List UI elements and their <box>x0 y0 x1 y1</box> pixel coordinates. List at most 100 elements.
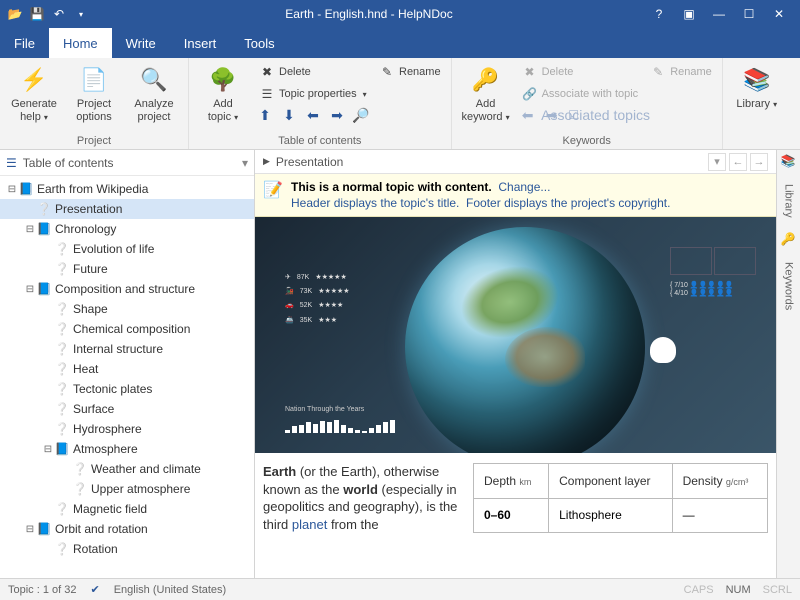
sidebar: ☰ Table of contents ▾ ⊟📘Earth from Wikip… <box>0 150 255 578</box>
tree-item[interactable]: ❔Weather and climate <box>0 459 254 479</box>
window-title: Earth - English.hnd - HelpNDoc <box>90 7 648 21</box>
book-icon: 📘 <box>36 522 52 536</box>
add-topic-button[interactable]: 🌳Addtopic ▾ <box>195 61 251 126</box>
tree-item[interactable]: ❔Tectonic plates <box>0 379 254 399</box>
toc-delete-button[interactable]: ✖Delete <box>255 61 371 83</box>
breadcrumb-item[interactable]: Presentation <box>276 155 343 169</box>
ribbon: ⚡Generatehelp ▾ 📄Projectoptions 🔍Analyze… <box>0 58 800 150</box>
expander-icon[interactable]: ⊟ <box>24 524 36 535</box>
arrow-up-icon[interactable]: ⬆ <box>255 105 275 125</box>
tab-insert[interactable]: Insert <box>170 28 231 58</box>
tab-home[interactable]: Home <box>49 28 112 58</box>
tree-item[interactable]: ⊟📘Orbit and rotation <box>0 519 254 539</box>
tree-item[interactable]: ❔Internal structure <box>0 339 254 359</box>
nav-back-icon[interactable]: ← <box>729 153 747 171</box>
topic-icon: ❔ <box>54 262 70 276</box>
tree-item[interactable]: ❔Magnetic field <box>0 499 254 519</box>
save-icon[interactable]: 💾 <box>28 5 46 23</box>
tree-item[interactable]: ❔Hydrosphere <box>0 419 254 439</box>
tree-item[interactable]: ❔Upper atmosphere <box>0 479 254 499</box>
tree-item[interactable]: ❔Rotation <box>0 539 254 559</box>
info-footer-link[interactable]: Footer displays the project's copyright. <box>466 196 670 210</box>
breadcrumb-arrow-icon[interactable]: ▶ <box>263 156 270 167</box>
tree-item[interactable]: ❔Heat <box>0 359 254 379</box>
toc-rename-button[interactable]: ✎Rename <box>375 61 445 83</box>
close-icon[interactable]: ✕ <box>768 5 790 23</box>
right-rail: 📚 Library 🔑 Keywords <box>776 150 800 578</box>
hero-bars-label: Nation Through the Years <box>285 406 364 413</box>
keywords-tab-icon[interactable]: 🔑 <box>781 232 797 248</box>
library-button[interactable]: 📚Library ▾ <box>729 61 785 114</box>
tree-item[interactable]: ⊟📘Earth from Wikipedia <box>0 179 254 199</box>
tree-item[interactable]: ❔Shape <box>0 299 254 319</box>
rail-tab-library[interactable]: Library <box>783 180 795 222</box>
planet-link[interactable]: planet <box>292 517 327 532</box>
status-scrl: SCRL <box>763 584 792 596</box>
arrow-down-icon[interactable]: ⬇ <box>279 105 299 125</box>
tree-item[interactable]: ❔Evolution of life <box>0 239 254 259</box>
restore-icon[interactable]: ☐ <box>738 5 760 23</box>
tree-label: Tectonic plates <box>73 382 152 396</box>
minimize-icon[interactable]: — <box>708 5 730 23</box>
hero-stats-right: { 7/10 👤👤👤👤👤 { 4/10 👤👤👤👤👤 <box>670 247 756 297</box>
expander-icon[interactable]: ⊟ <box>24 284 36 295</box>
nav-forward-icon[interactable]: → <box>750 153 768 171</box>
titlebar: 📂 💾 ↶ ▾ Earth - English.hnd - HelpNDoc ?… <box>0 0 800 28</box>
tree-item[interactable]: ❔Future <box>0 259 254 279</box>
tree-label: Evolution of life <box>73 242 154 256</box>
quick-access-toolbar: 📂 💾 ↶ ▾ <box>0 5 90 23</box>
link-icon: 🔗 <box>522 86 538 102</box>
tree-item[interactable]: ❔Surface <box>0 399 254 419</box>
expander-icon[interactable]: ⊟ <box>6 184 18 195</box>
tree-item[interactable]: ⊟📘Composition and structure <box>0 279 254 299</box>
folder-open-icon[interactable]: 📂 <box>6 5 24 23</box>
books-icon: 📚 <box>741 64 773 96</box>
generate-help-button[interactable]: ⚡Generatehelp ▾ <box>6 61 62 126</box>
kw-associated-button[interactable]: ☑Associated topics <box>566 105 606 125</box>
rail-tab-keywords[interactable]: Keywords <box>783 258 795 314</box>
spellcheck-icon[interactable]: ✔ <box>91 583 100 596</box>
topic-icon: ❔ <box>54 302 70 316</box>
sidebar-dropdown-icon[interactable]: ▾ <box>242 156 248 170</box>
content-area[interactable]: ✈87K★★★★★🚂73K★★★★★🚗52K★★★★🚢35K★★★ { 7/10… <box>255 217 776 578</box>
expander-icon[interactable]: ⊟ <box>24 224 36 235</box>
tab-tools[interactable]: Tools <box>230 28 288 58</box>
tree-item[interactable]: ❔Chemical composition <box>0 319 254 339</box>
tree-label: Presentation <box>55 202 122 216</box>
topic-icon: ❔ <box>54 342 70 356</box>
toc-properties-button[interactable]: ☰Topic properties▾ <box>255 83 371 105</box>
add-keyword-button[interactable]: 🔑Addkeyword ▾ <box>458 61 514 126</box>
info-change-link[interactable]: Change... <box>498 180 550 194</box>
expander-icon[interactable]: ⊟ <box>42 444 54 455</box>
library-tab-icon[interactable]: 📚 <box>781 154 797 170</box>
project-options-button[interactable]: 📄Projectoptions <box>66 61 122 126</box>
undo-icon[interactable]: ↶ <box>50 5 68 23</box>
kw-delete-button[interactable]: ✖Delete <box>518 61 643 83</box>
arrow-right-icon[interactable]: ➡ <box>327 105 347 125</box>
toc-tree: ⊟📘Earth from Wikipedia❔Presentation⊟📘Chr… <box>0 176 254 578</box>
tree-item[interactable]: ⊟📘Atmosphere <box>0 439 254 459</box>
tree-item[interactable]: ❔Presentation <box>0 199 254 219</box>
info-header-link[interactable]: Header displays the topic's title. <box>291 196 459 210</box>
kw-associate-button[interactable]: 🔗Associate with topic <box>518 83 643 105</box>
help-icon[interactable]: ? <box>648 5 670 23</box>
tree-item[interactable]: ⊟📘Chronology <box>0 219 254 239</box>
find-topic-icon[interactable]: 🔎 <box>351 105 371 125</box>
ribbon-toggle-icon[interactable]: ▣ <box>678 5 700 23</box>
tab-file[interactable]: File <box>0 28 49 58</box>
doc-search-icon: 🔍 <box>138 64 170 96</box>
analyze-project-button[interactable]: 🔍Analyzeproject <box>126 61 182 126</box>
qat-dropdown-icon[interactable]: ▾ <box>72 5 90 23</box>
statusbar: Topic : 1 of 32 ✔ English (United States… <box>0 578 800 600</box>
arrow-left-icon[interactable]: ⬅ <box>518 105 538 125</box>
topic-icon: ❔ <box>54 402 70 416</box>
doc-gear-icon: 📄 <box>78 64 110 96</box>
tree-label: Orbit and rotation <box>55 522 148 536</box>
table-header: Component layer <box>549 464 672 499</box>
status-lang[interactable]: English (United States) <box>114 584 227 596</box>
tab-write[interactable]: Write <box>112 28 170 58</box>
arrow-left-icon[interactable]: ⬅ <box>303 105 323 125</box>
table-header: Density g/cm³ <box>672 464 767 499</box>
nav-down-icon[interactable]: ▾ <box>708 153 726 171</box>
kw-rename-button[interactable]: ✎Rename <box>646 61 716 83</box>
